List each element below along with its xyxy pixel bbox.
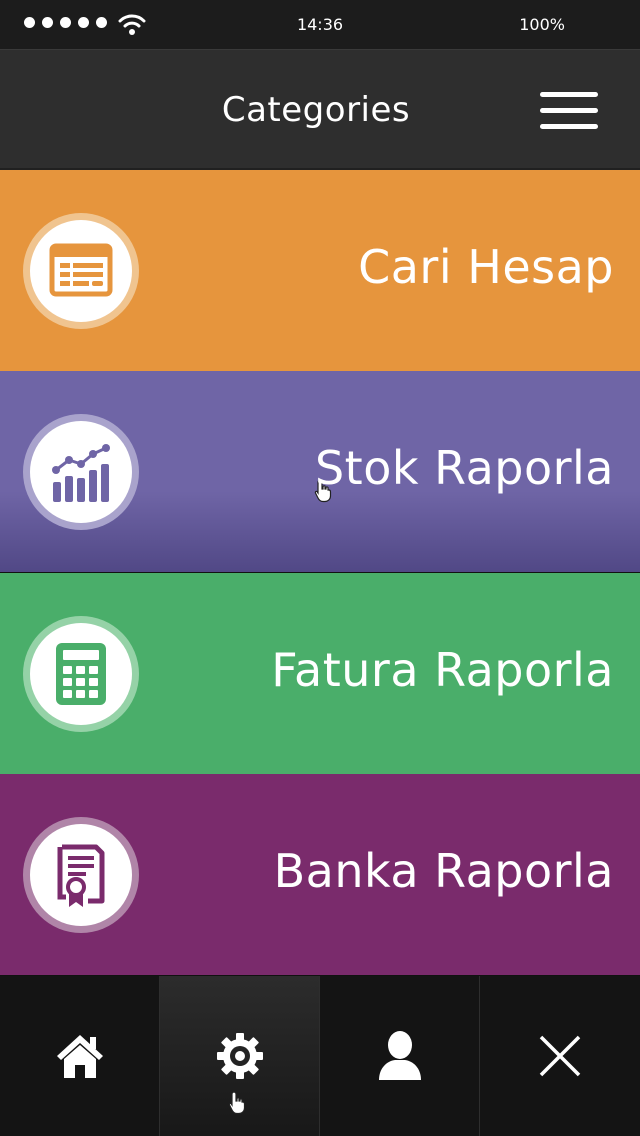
user-icon: [378, 1031, 421, 1080]
category-icon-ring: [23, 414, 139, 530]
battery-level: 100%: [519, 15, 565, 34]
close-icon: [539, 1035, 581, 1077]
tab-home[interactable]: [0, 976, 160, 1136]
category-label: Fatura Raporla: [271, 643, 614, 697]
growth-chart-icon: [52, 444, 110, 502]
tab-profile[interactable]: [320, 976, 480, 1136]
pointer-cursor-icon: [228, 1091, 246, 1115]
home-icon: [56, 1035, 103, 1078]
header: Categories: [0, 50, 640, 170]
category-icon-ring: [23, 817, 139, 933]
status-bar: 14:36 100%: [0, 0, 640, 50]
category-stok-raporla[interactable]: Stok Raporla: [0, 371, 640, 572]
certificate-icon: [57, 844, 105, 907]
category-banka-raporla[interactable]: Banka Raporla: [0, 774, 640, 975]
hamburger-menu-icon[interactable]: [536, 90, 600, 134]
tab-bar: [0, 976, 640, 1136]
tab-close[interactable]: [480, 976, 640, 1136]
gear-icon: [216, 1033, 263, 1079]
category-label: Stok Raporla: [314, 441, 614, 495]
category-label: Banka Raporla: [273, 844, 614, 898]
category-label: Cari Hesap: [358, 240, 614, 294]
calculator-icon: [56, 643, 106, 705]
category-cari-hesap[interactable]: Cari Hesap: [0, 170, 640, 371]
tab-settings[interactable]: [160, 976, 320, 1136]
category-icon-ring: [23, 213, 139, 329]
ledger-icon: [49, 243, 113, 297]
category-fatura-raporla[interactable]: Fatura Raporla: [0, 573, 640, 774]
category-icon-ring: [23, 616, 139, 732]
